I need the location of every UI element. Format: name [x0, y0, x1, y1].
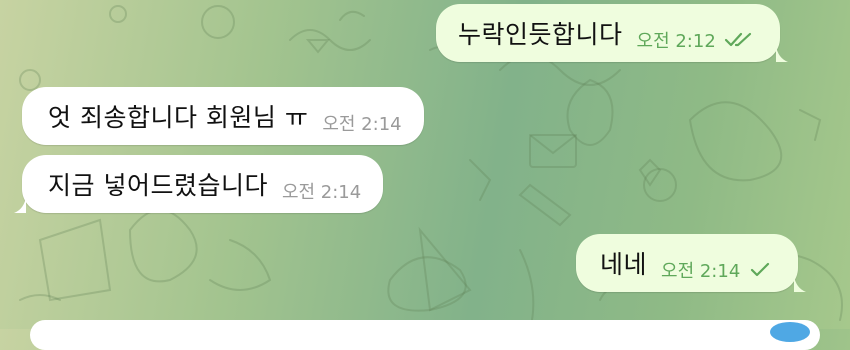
message-input-bar[interactable]: [30, 320, 820, 350]
message-text: 누락인듯합니다: [458, 20, 623, 49]
message-time: 오전 2:12: [636, 31, 716, 52]
message-bubble-outgoing[interactable]: 네네 오전 2:14: [576, 234, 807, 292]
message-text: 엇 죄송합니다 회원님 ㅠ: [48, 103, 309, 132]
send-button[interactable]: [770, 322, 810, 342]
bubble-tail: [775, 46, 788, 62]
message-text: 네네: [600, 250, 648, 279]
message-meta: 오전 2:14: [661, 243, 772, 283]
message-time: 오전 2:14: [661, 261, 741, 282]
message-text: 지금 넣어드렸습니다: [48, 171, 268, 200]
bubble-tail: [14, 197, 26, 213]
message-bubble-outgoing[interactable]: 누락인듯합니다 오전 2:12: [436, 4, 788, 62]
message-bubble-incoming[interactable]: 지금 넣어드렸습니다 오전 2:14: [14, 155, 384, 213]
message-bubble-incoming[interactable]: 엇 죄송합니다 회원님 ㅠ 오전 2:14: [22, 87, 424, 145]
single-check-icon: [751, 262, 770, 277]
message-time: 오전 2:14: [322, 114, 402, 135]
double-check-icon: [724, 32, 751, 47]
bubble-tail: [794, 276, 807, 292]
message-meta: 오전 2:12: [637, 13, 754, 53]
message-meta: 오전 2:14: [322, 96, 401, 136]
message-time: 오전 2:14: [281, 182, 362, 203]
message-meta: 오전 2:14: [282, 164, 361, 204]
